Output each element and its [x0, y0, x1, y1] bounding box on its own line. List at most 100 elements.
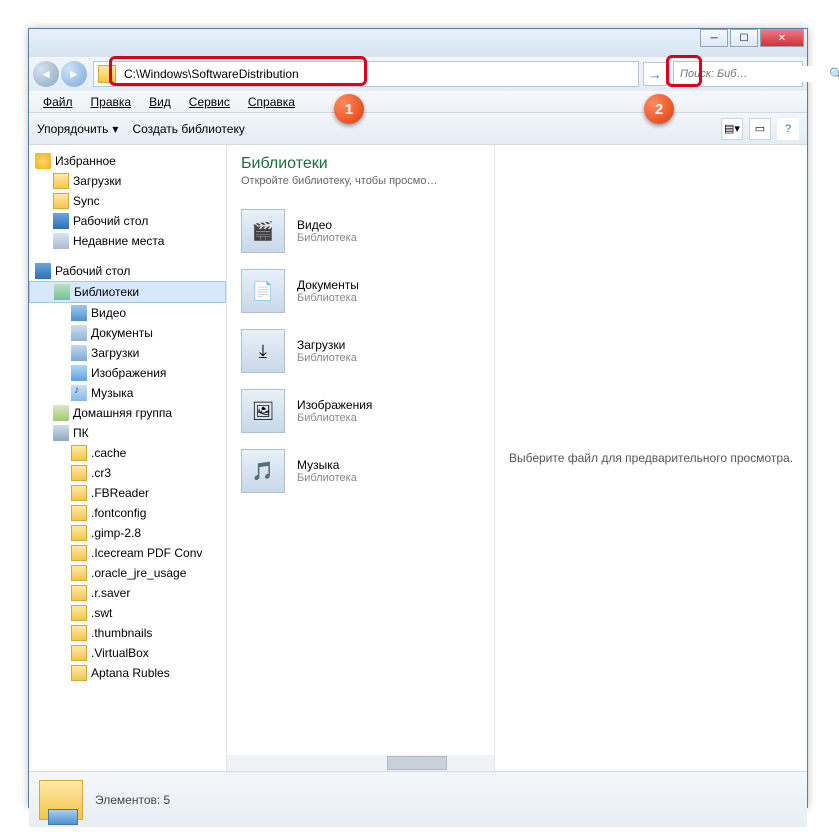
preview-pane-button[interactable]: ▭ [749, 118, 771, 140]
folder-icon [53, 193, 69, 209]
status-folder-icon [39, 780, 83, 820]
menu-tools[interactable]: Сервис [181, 93, 238, 111]
sidebar-item-folder[interactable]: .thumbnails [29, 623, 226, 643]
sidebar-desktop-root[interactable]: Рабочий стол [29, 261, 226, 281]
library-item[interactable]: 🎬 ВидеоБиблиотека [237, 201, 484, 261]
view-mode-button[interactable]: ▤▾ [721, 118, 743, 140]
address-bar[interactable] [93, 61, 639, 87]
menu-edit[interactable]: Правка [83, 93, 140, 111]
sidebar-item-folder[interactable]: .Icecream PDF Conv [29, 543, 226, 563]
library-type: Библиотека [297, 472, 357, 484]
sidebar-item-downloads[interactable]: Загрузки [29, 171, 226, 191]
library-item[interactable]: 📄ДокументыБиблиотека [237, 261, 484, 321]
library-name: Загрузки [297, 338, 357, 352]
preview-pane: Выберите файл для предварительного просм… [495, 145, 807, 771]
search-input[interactable] [674, 66, 829, 82]
status-text: Элементов: 5 [95, 793, 170, 807]
toolbar: Упорядочить ▾ Создать библиотеку ▤▾ ▭ ? [29, 113, 807, 145]
folder-icon [71, 545, 87, 561]
organize-button[interactable]: Упорядочить ▾ [37, 122, 118, 136]
address-input[interactable] [120, 65, 638, 83]
downloads-icon [71, 345, 87, 361]
back-button[interactable]: ◄ [33, 61, 59, 87]
navigation-pane[interactable]: Избранное Загрузки Sync Рабочий стол Нед… [29, 145, 227, 771]
maximize-button[interactable]: ☐ [730, 29, 758, 47]
folder-icon [71, 485, 87, 501]
library-type: Библиотека [297, 232, 357, 244]
sidebar-item-folder[interactable]: .fontconfig [29, 503, 226, 523]
help-button[interactable]: ? [777, 118, 799, 140]
star-icon [35, 153, 51, 169]
folder-icon [71, 625, 87, 641]
sidebar-item-recent[interactable]: Недавние места [29, 231, 226, 251]
sidebar-item-music[interactable]: Музыка [29, 383, 226, 403]
library-item[interactable]: 🎵МузыкаБиблиотека [237, 441, 484, 501]
music-icon [71, 385, 87, 401]
library-name: Изображения [297, 398, 372, 412]
preview-empty-text: Выберите файл для предварительного просм… [509, 451, 793, 465]
library-type: Библиотека [297, 412, 372, 424]
search-icon: 🔍 [829, 67, 839, 81]
video-icon [71, 305, 87, 321]
horizontal-scrollbar[interactable] [227, 755, 494, 771]
menu-bar: Файл Правка Вид Сервис Справка [29, 91, 807, 113]
content-subtitle: Откройте библиотеку, чтобы просмо… [241, 175, 480, 187]
search-box[interactable]: 🔍 [673, 61, 803, 87]
sidebar-item-folder[interactable]: .gimp-2.8 [29, 523, 226, 543]
sidebar-item-folder[interactable]: .cache [29, 443, 226, 463]
sidebar-item-folder[interactable]: .FBReader [29, 483, 226, 503]
sidebar-item-sync[interactable]: Sync [29, 191, 226, 211]
folder-icon [71, 445, 87, 461]
sidebar-libraries[interactable]: Библиотеки [29, 281, 226, 303]
sidebar-favorites[interactable]: Избранное [29, 151, 226, 171]
library-name: Видео [297, 218, 357, 232]
folder-icon [53, 173, 69, 189]
sidebar-item-folder[interactable]: .r.saver [29, 583, 226, 603]
sidebar-item-folder[interactable]: Aptana Rubles [29, 663, 226, 683]
content-title: Библиотеки [241, 155, 480, 173]
menu-file[interactable]: Файл [35, 93, 81, 111]
folder-icon [71, 525, 87, 541]
go-button[interactable]: → [643, 62, 667, 86]
menu-help[interactable]: Справка [240, 93, 303, 111]
sidebar-item-documents[interactable]: Документы [29, 323, 226, 343]
folder-icon [98, 65, 116, 83]
pc-icon [53, 425, 69, 441]
explorer-window: ─ ☐ ✕ ◄ ► → 🔍 Файл Правка Вид Сервис Спр… [28, 28, 808, 808]
forward-button[interactable]: ► [61, 61, 87, 87]
new-library-button[interactable]: Создать библиотеку [132, 122, 244, 136]
sidebar-item-folder[interactable]: .swt [29, 603, 226, 623]
images-icon [71, 365, 87, 381]
sidebar-homegroup[interactable]: Домашняя группа [29, 403, 226, 423]
library-item[interactable]: ⤓ ЗагрузкиБиблиотека [237, 321, 484, 381]
library-icon: 🎬 [241, 209, 285, 253]
sidebar-item-images[interactable]: Изображения [29, 363, 226, 383]
libraries-icon [54, 284, 70, 300]
sidebar-item-downloads2[interactable]: Загрузки [29, 343, 226, 363]
library-name: Документы [297, 278, 359, 292]
folder-icon [71, 565, 87, 581]
menu-view[interactable]: Вид [141, 93, 179, 111]
library-type: Библиотека [297, 352, 357, 364]
sidebar-pc[interactable]: ПК [29, 423, 226, 443]
library-icon: 🎵 [241, 449, 285, 493]
sidebar-item-folder[interactable]: .oracle_jre_usage [29, 563, 226, 583]
status-bar: Элементов: 5 [29, 771, 807, 827]
folder-icon [71, 505, 87, 521]
close-button[interactable]: ✕ [760, 29, 804, 47]
sidebar-item-desktop[interactable]: Рабочий стол [29, 211, 226, 231]
library-icon: 📄 [241, 269, 285, 313]
library-icon: 🖼 [241, 389, 285, 433]
folder-icon [71, 665, 87, 681]
library-item[interactable]: 🖼 ИзображенияБиблиотека [237, 381, 484, 441]
sidebar-item-folder[interactable]: .cr3 [29, 463, 226, 483]
sidebar-item-video[interactable]: Видео [29, 303, 226, 323]
document-icon [71, 325, 87, 341]
desktop-icon [35, 263, 51, 279]
folder-icon [71, 605, 87, 621]
library-icon: ⤓ [241, 329, 285, 373]
folder-icon [71, 465, 87, 481]
sidebar-item-folder[interactable]: .VirtualBox [29, 643, 226, 663]
title-bar: ─ ☐ ✕ [29, 29, 807, 57]
minimize-button[interactable]: ─ [700, 29, 728, 47]
